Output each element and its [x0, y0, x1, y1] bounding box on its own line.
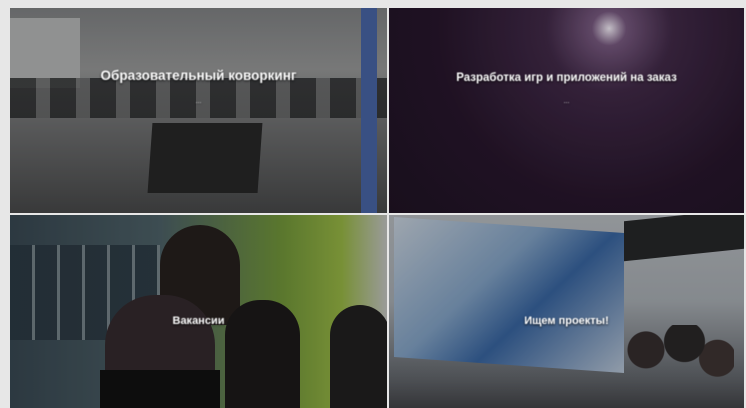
- tile-game-dev-description: ...: [563, 97, 570, 105]
- tile-coworking-description: ...: [195, 98, 202, 105]
- tile-looking-for-projects-title: Ищем проекты!: [524, 314, 609, 327]
- tile-coworking[interactable]: Образовательный коворкинг ...: [10, 8, 387, 213]
- tile-looking-for-projects[interactable]: Ищем проекты!: [389, 215, 744, 408]
- tile-game-dev-title: Разработка игр и приложений на заказ: [456, 71, 677, 84]
- tile-game-dev[interactable]: Разработка игр и приложений на заказ ...: [389, 8, 744, 213]
- tile-vacancies[interactable]: Вакансии: [10, 215, 387, 408]
- tile-vacancies-title: Вакансии: [172, 314, 225, 327]
- tile-coworking-title: Образовательный коворкинг: [100, 68, 297, 83]
- tiles-grid: Образовательный коворкинг ... Разработка…: [10, 8, 744, 408]
